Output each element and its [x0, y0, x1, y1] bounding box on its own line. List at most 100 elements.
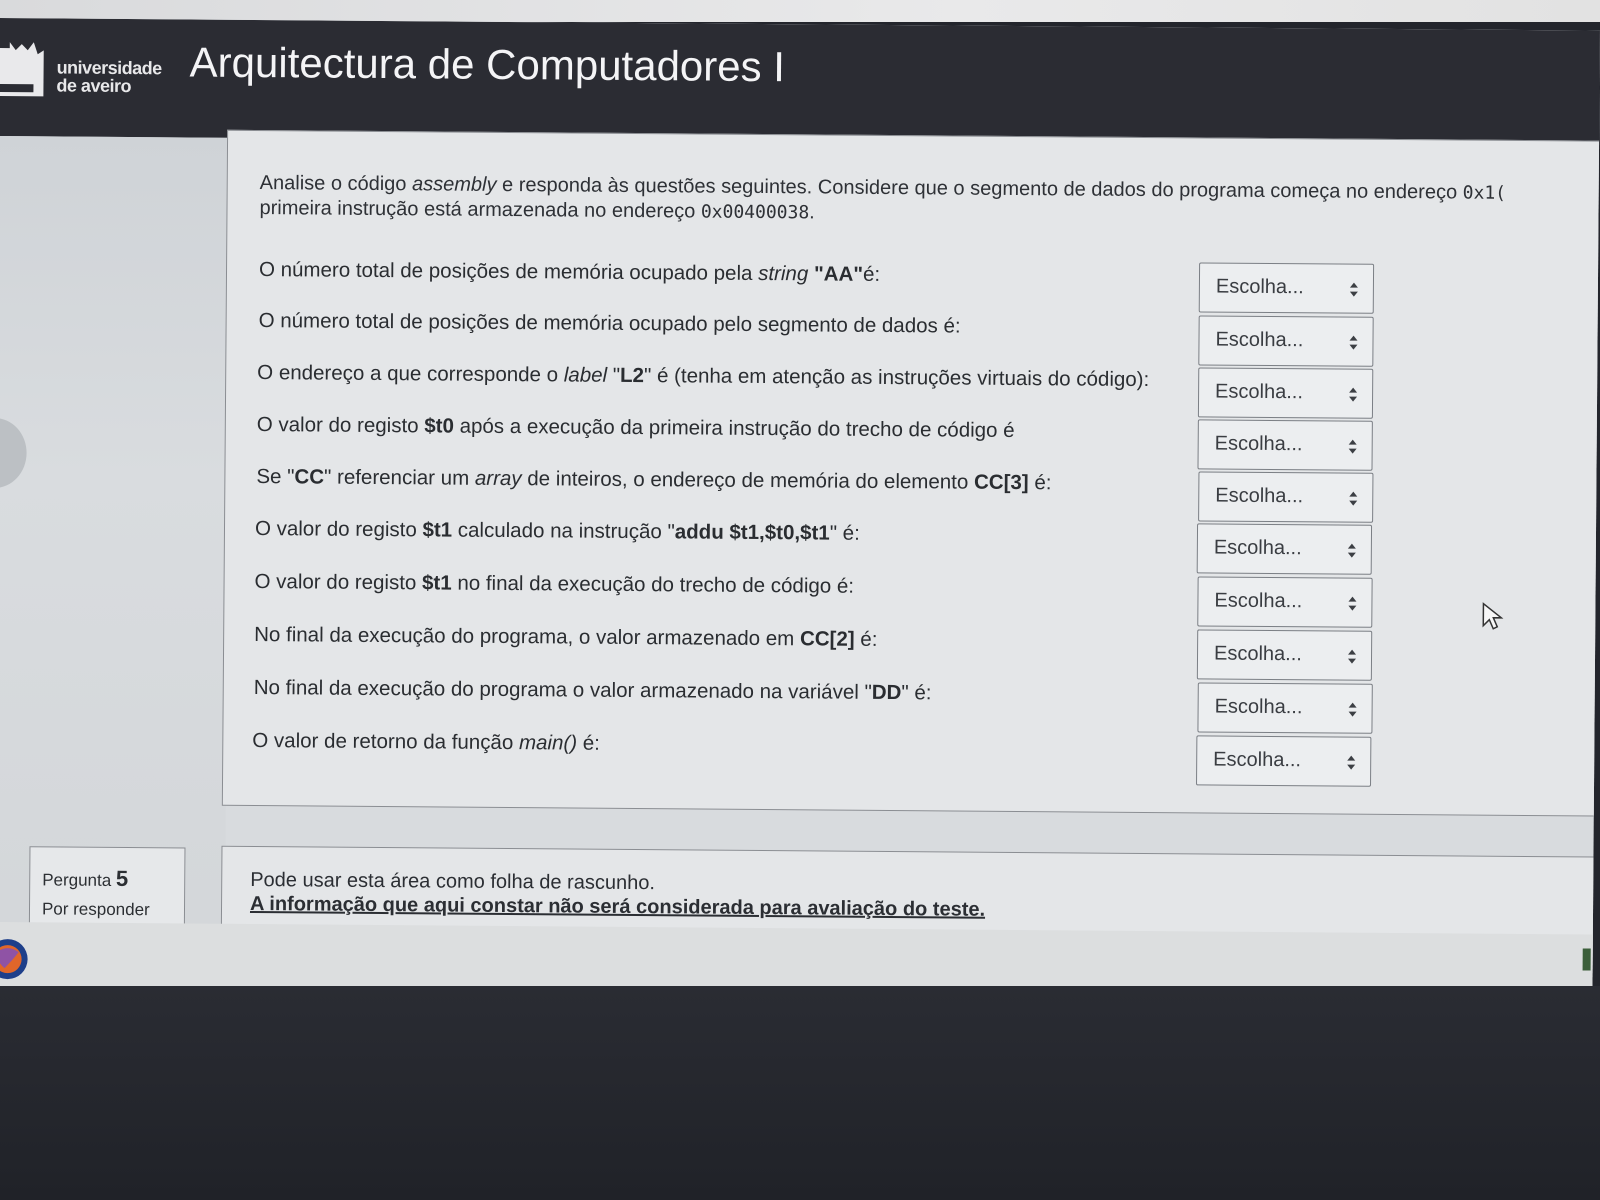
question-row: O valor do registo $t1 calculado na inst…: [255, 516, 1395, 577]
question-text-part: $t0: [424, 414, 455, 438]
question-text-part: de inteiros, o endereço de memória do el…: [521, 467, 975, 494]
question-text-part: após a execução da primeira instrução do…: [453, 414, 1015, 442]
up-down-arrow-icon: [1348, 702, 1357, 717]
course-title[interactable]: Arquitectura de Computadores I: [189, 37, 785, 92]
question-text-part: O valor do registo: [254, 570, 423, 595]
answer-select-value: Escolha...: [1213, 748, 1302, 772]
question-text-part: Se ": [256, 465, 295, 489]
question-text-part: label: [563, 363, 608, 387]
question-text: O valor do registo $t0 após a execução d…: [257, 412, 1015, 444]
question-text-part: é:: [1028, 471, 1052, 495]
question-text-part: é:: [862, 262, 881, 286]
up-down-arrow-icon: [1349, 335, 1358, 350]
answer-select[interactable]: Escolha...: [1197, 367, 1374, 419]
question-text: O valor do registo $t1 calculado na inst…: [255, 516, 860, 547]
question-text-part: DD: [871, 680, 902, 705]
intro-code: 0x1(: [1462, 182, 1507, 204]
question-row: O endereço a que corresponde o label "L2…: [257, 360, 1397, 421]
scratch-warning: A informação que aqui constar não será c…: [249, 892, 986, 921]
question-row: O número total de posições de memória oc…: [258, 308, 1398, 369]
question-text-part: " é:: [901, 681, 932, 705]
question-text: Se "CC" referenciar um array de inteiros…: [256, 464, 1051, 496]
question-text-part: O número total de posições de memória oc…: [258, 309, 961, 338]
question-text: O valor do registo $t1 no final da execu…: [254, 569, 854, 600]
question-text-part: main(): [518, 731, 578, 755]
question-text-part: CC: [294, 465, 325, 489]
up-down-arrow-icon: [1347, 543, 1356, 558]
question-text-part: O valor do registo: [256, 413, 425, 438]
question-text-part: " referenciar um: [323, 465, 475, 490]
answer-select-value: Escolha...: [1214, 695, 1303, 719]
question-text: O número total de posições de memória oc…: [259, 308, 961, 340]
answer-select[interactable]: Escolha...: [1196, 523, 1373, 575]
university-name-line1: universidade: [56, 57, 162, 79]
question-text-part: CC[2]: [799, 627, 855, 651]
university-name-line2: de aveiro: [56, 75, 132, 97]
question-row: Se "CC" referenciar um array de inteiros…: [256, 464, 1396, 525]
question-text-part: L2: [619, 363, 645, 388]
intro-text: Analise o código: [259, 172, 413, 196]
university-logo-icon[interactable]: [0, 40, 48, 102]
question-text-part: addu $t1,$t0,$t1: [674, 520, 830, 545]
intro-line2-end: .: [809, 201, 815, 224]
scratch-instructions: Pode usar esta área como folha de rascun…: [250, 868, 656, 895]
question-text-part: No final da execução do programa, o valo…: [254, 623, 801, 651]
question-text-part: ": [607, 363, 621, 387]
question-text-part: O valor de retorno da função: [252, 729, 520, 755]
answer-select[interactable]: Escolha...: [1197, 419, 1373, 471]
question-row: O número total de posições de memória oc…: [259, 255, 1399, 316]
up-down-arrow-icon: [1348, 439, 1357, 454]
up-down-arrow-icon: [1348, 649, 1357, 664]
question-text-part: no final da execução do trecho de código…: [451, 571, 855, 598]
question-row: No final da execução do programa o valor…: [253, 675, 1393, 736]
answer-select[interactable]: Escolha...: [1198, 315, 1374, 367]
question-label: Pergunta 5: [42, 865, 128, 892]
university-name: universidade de aveiro: [56, 57, 162, 97]
answer-select[interactable]: Escolha...: [1197, 576, 1373, 628]
question-status: Por responder: [41, 899, 150, 920]
answer-select[interactable]: Escolha...: [1196, 629, 1373, 681]
question-text-part: é:: [854, 627, 878, 651]
question-text-part: O valor do registo: [254, 517, 423, 542]
question-text-part: O endereço a que corresponde o: [257, 361, 564, 387]
answer-select-value: Escolha...: [1213, 642, 1302, 666]
up-down-arrow-icon: [1349, 282, 1358, 297]
up-down-arrow-icon: [1349, 491, 1358, 506]
intro-line2-code: 0x00400038: [700, 201, 810, 224]
answer-select[interactable]: Escolha...: [1198, 262, 1375, 314]
question-text: No final da execução do programa o valor…: [254, 675, 932, 706]
up-down-arrow-icon: [1348, 596, 1357, 611]
firefox-icon[interactable]: [0, 938, 29, 980]
monitor-top-bezel: [0, 0, 1600, 22]
question-row: O valor do registo $t1 no final da execu…: [254, 569, 1394, 630]
mouse-pointer-icon: [1482, 602, 1504, 630]
question-row: No final da execução do programa, o valo…: [254, 622, 1394, 683]
screen: universidade de aveiro Arquitectura de C…: [0, 18, 1600, 999]
question-text-part: calculado na instrução ": [452, 518, 675, 544]
monitor-bottom-bezel: [0, 986, 1600, 1200]
question-text-part: O número total de posições de memória oc…: [258, 258, 759, 285]
question-text: O número total de posições de memória oc…: [259, 257, 880, 288]
question-text-part: " é:: [829, 521, 860, 545]
question-text-part: CC[3]: [973, 470, 1029, 495]
question-text-part: No final da execução do programa o valor…: [253, 676, 872, 704]
answer-select-value: Escolha...: [1215, 380, 1304, 404]
question-label-text: Pergunta: [42, 870, 112, 890]
question-panel: Analise o código assembly e responda às …: [221, 129, 1600, 817]
question-intro: Analise o código assembly e responda às …: [259, 171, 1600, 232]
question-text-part: $t1: [421, 571, 452, 595]
answer-select-value: Escolha...: [1215, 275, 1304, 299]
question-text-part: "AA": [813, 262, 864, 286]
answer-select[interactable]: Escolha...: [1197, 682, 1373, 734]
question-text-part: array: [474, 466, 522, 491]
intro-line2-text: primeira instrução está armazenada no en…: [259, 197, 701, 223]
taskbar-edge-indicator: [1582, 948, 1591, 971]
question-row: O valor do registo $t0 após a execução d…: [257, 412, 1397, 473]
answer-select[interactable]: Escolha...: [1198, 471, 1374, 523]
question-text: No final da execução do programa, o valo…: [254, 622, 877, 653]
answer-select[interactable]: Escolha...: [1196, 735, 1372, 787]
question-text-part: é:: [576, 731, 600, 755]
question-number: 5: [115, 865, 129, 892]
answer-select-value: Escolha...: [1215, 484, 1304, 508]
answer-select-value: Escolha...: [1214, 432, 1303, 456]
